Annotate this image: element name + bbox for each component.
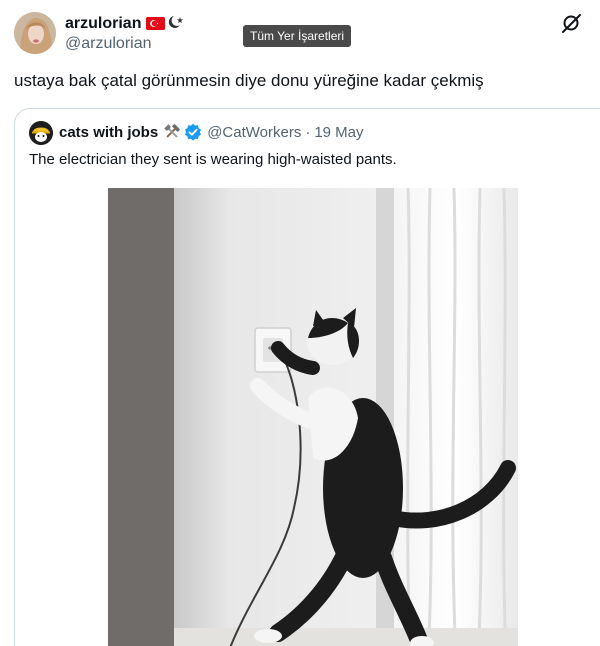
- hammer-wrench-icon: [163, 123, 181, 141]
- quoted-author-name[interactable]: cats with jobs: [59, 124, 158, 141]
- quoted-tweet[interactable]: cats with jobs @CatWorkers · 19 May The …: [14, 108, 600, 646]
- star-crescent-icon: [168, 14, 184, 33]
- turkey-flag-icon: [146, 17, 166, 30]
- quoted-author-avatar[interactable]: [29, 121, 53, 145]
- tweet-text: ustaya bak çatal görünmesin diye donu yü…: [14, 71, 484, 90]
- author-name-row[interactable]: arzulorian: [65, 14, 184, 33]
- author-avatar[interactable]: [14, 12, 56, 54]
- quoted-date[interactable]: 19 May: [314, 124, 363, 141]
- quoted-media-image[interactable]: [108, 188, 518, 646]
- bookmarks-tooltip: Tüm Yer İşaretleri: [243, 25, 352, 47]
- quoted-author-handle[interactable]: @CatWorkers: [207, 124, 301, 141]
- author-name[interactable]: arzulorian: [65, 15, 141, 33]
- quoted-text: The electrician they sent is wearing hig…: [29, 151, 397, 168]
- separator-dot: ·: [305, 123, 311, 141]
- verified-badge-icon: [184, 123, 202, 141]
- grok-icon[interactable]: [560, 12, 582, 34]
- author-handle[interactable]: @arzulorian: [65, 35, 152, 53]
- quoted-header: cats with jobs @CatWorkers · 19 May: [59, 123, 364, 141]
